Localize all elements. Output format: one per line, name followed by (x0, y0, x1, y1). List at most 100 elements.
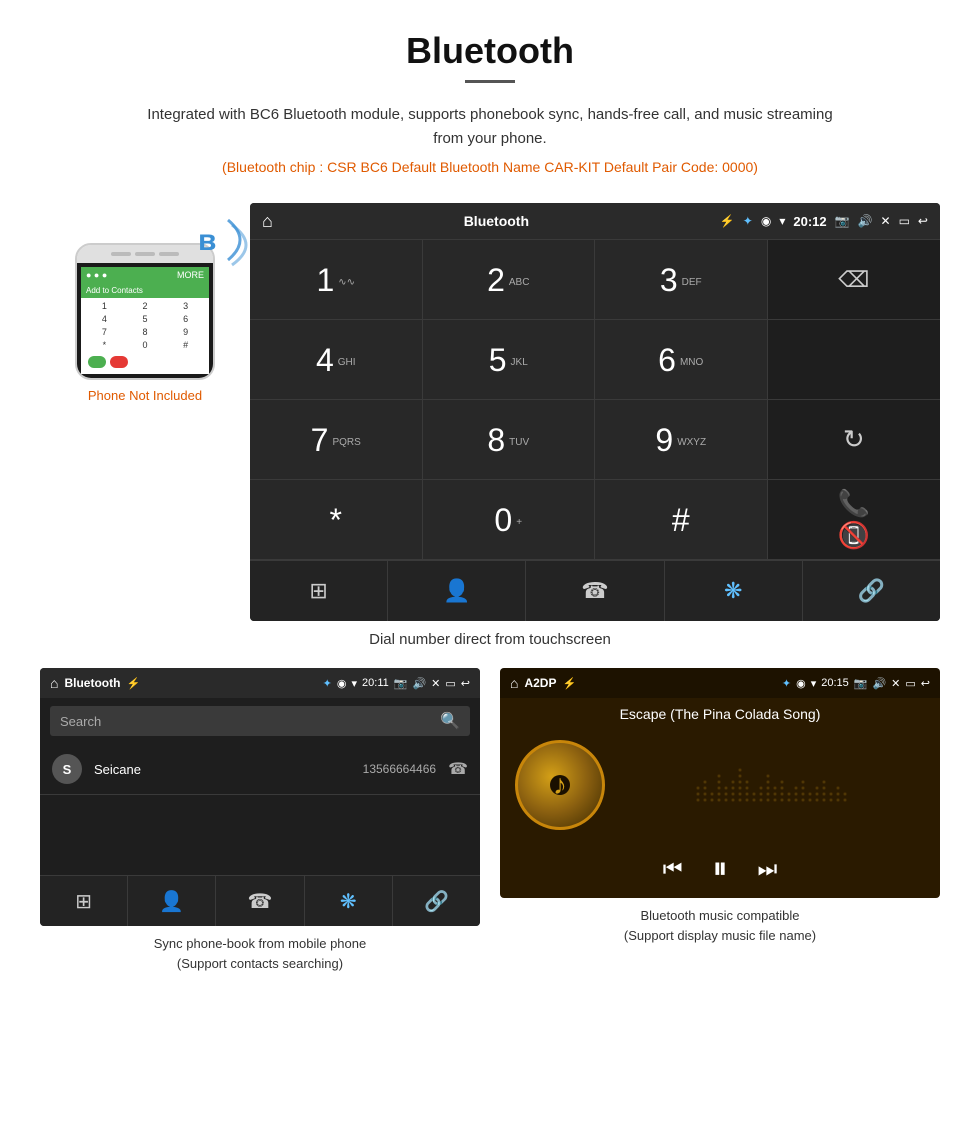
pb-bottom-nav: ⊞ 👤 ☎ ❋ 🔗 (40, 875, 480, 926)
dialpad-key-4[interactable]: 4GHI (250, 320, 423, 400)
title-divider (465, 80, 515, 83)
pb-contact-row[interactable]: S Seicane 13566664466 ☎ (40, 744, 480, 795)
pb-nav-bluetooth[interactable]: ❋ (305, 876, 393, 926)
music-album-area: ♪ (500, 730, 940, 840)
pb-status-bar: ⌂ Bluetooth ⚡ ✦ ◉ ▾ 20:11 📷 🔊 ✕ ▭ ↩ (40, 668, 480, 698)
music-album-art: ♪ (515, 740, 605, 830)
dialpad-key-9[interactable]: 9WXYZ (595, 400, 768, 480)
phone-screen: ● ● ● MORE Add to Contacts 123 456 789 (77, 263, 213, 378)
dialpad-key-1[interactable]: 1∿∿ (250, 240, 423, 320)
bluetooth-icon: ❋ (724, 578, 742, 604)
music-x-icon[interactable]: ✕ (891, 677, 900, 690)
pb-nav-phone[interactable]: ☎ (216, 876, 304, 926)
redial-icon[interactable]: ↻ (843, 424, 865, 455)
nav-bluetooth-button[interactable]: ❋ (665, 561, 803, 621)
pb-caption: Sync phone-book from mobile phone (Suppo… (40, 934, 480, 973)
phone-dialpad: 123 456 789 *0# (81, 298, 209, 374)
pb-search-placeholder: Search (60, 714, 101, 729)
page-specs: (Bluetooth chip : CSR BC6 Default Blueto… (0, 159, 980, 175)
bt-waves-area: ʙ (190, 208, 250, 273)
person-icon: 👤 (443, 578, 470, 604)
bt-waves-icon: ʙ (190, 208, 250, 268)
music-location-icon: ◉ (796, 677, 806, 690)
pb-contact-number: 13566664466 (363, 762, 436, 776)
camera-icon: 📷 (835, 214, 850, 228)
pb-camera-icon: 📷 (394, 677, 408, 690)
call-button[interactable]: 📞 (838, 488, 870, 519)
prev-button[interactable]: ⏮ (663, 856, 683, 882)
phone-contact-banner: Add to Contacts (81, 283, 209, 298)
pb-contact-name: Seicane (94, 762, 351, 777)
dialpad-cell-redial[interactable]: ↻ (768, 400, 941, 480)
end-call-button[interactable]: 📵 (838, 520, 870, 551)
dialpad-key-7[interactable]: 7PQRS (250, 400, 423, 480)
music-camera-icon: 📷 (854, 677, 868, 690)
pb-avatar: S (52, 754, 82, 784)
dialpad-grid: 1∿∿ 2ABC 3DEF ⌫ 4GHI 5JKL (250, 239, 940, 560)
music-caption: Bluetooth music compatible (Support disp… (500, 906, 940, 945)
dialpad-key-hash[interactable]: # (595, 480, 768, 560)
window-icon: ▭ (899, 214, 910, 228)
pb-vol-icon: 🔊 (412, 677, 426, 690)
music-song-name: Escape (The Pina Colada Song) (500, 698, 940, 730)
pb-location-icon: ◉ (337, 677, 347, 690)
dialpad-key-2[interactable]: 2ABC (423, 240, 596, 320)
waveform-svg (693, 750, 853, 820)
music-back-icon[interactable]: ↩ (921, 677, 930, 690)
volume-icon: 🔊 (858, 214, 873, 228)
phone-call-button (88, 356, 106, 368)
pb-time: 20:11 (362, 677, 389, 689)
dialpad-cell-backspace[interactable]: ⌫ (768, 240, 941, 320)
home-icon[interactable]: ⌂ (262, 211, 273, 232)
pb-home-icon[interactable]: ⌂ (50, 675, 58, 691)
pb-x-icon[interactable]: ✕ (431, 677, 440, 690)
phone-icon: ☎ (581, 578, 608, 604)
dial-screen-area: ⌂ Bluetooth ⚡ ✦ ◉ ▾ 20:12 📷 🔊 ✕ ▭ ↩ (250, 203, 940, 621)
music-item: ⌂ A2DP ⚡ ✦ ◉ ▾ 20:15 📷 🔊 ✕ ▭ ↩ Escape (T… (500, 668, 940, 973)
dialpad-key-5[interactable]: 5JKL (423, 320, 596, 400)
location-icon: ◉ (761, 214, 771, 228)
pb-nav-link[interactable]: 🔗 (393, 876, 480, 926)
dialpad-key-3[interactable]: 3DEF (595, 240, 768, 320)
play-pause-button[interactable]: ⏸ (713, 852, 728, 886)
dialpad-key-star[interactable]: * (250, 480, 423, 560)
dial-status-right: ⚡ ✦ ◉ ▾ 20:12 📷 🔊 ✕ ▭ ↩ (720, 214, 928, 229)
music-rect-icon: ▭ (905, 677, 915, 690)
svg-text:ʙ: ʙ (198, 224, 216, 257)
dialpad-key-0[interactable]: 0+ (423, 480, 596, 560)
music-bt-icon: ✦ (782, 677, 791, 690)
phone-endcall-button (110, 356, 128, 368)
pb-search-bar[interactable]: Search 🔍 (50, 706, 470, 736)
pb-nav-grid[interactable]: ⊞ (40, 876, 128, 926)
lower-section: ⌂ Bluetooth ⚡ ✦ ◉ ▾ 20:11 📷 🔊 ✕ ▭ ↩ (0, 668, 980, 973)
music-screen: ⌂ A2DP ⚡ ✦ ◉ ▾ 20:15 📷 🔊 ✕ ▭ ↩ Escape (T… (500, 668, 940, 898)
wifi-icon: ▾ (779, 214, 785, 228)
pb-nav-contacts[interactable]: 👤 (128, 876, 216, 926)
next-button[interactable]: ⏭ (758, 856, 778, 882)
main-section: ʙ ● ● ● MORE Add to Contacts 123 (0, 203, 980, 621)
dialpad-key-6[interactable]: 6MNO (595, 320, 768, 400)
phonebook-item: ⌂ Bluetooth ⚡ ✦ ◉ ▾ 20:11 📷 🔊 ✕ ▭ ↩ (40, 668, 480, 973)
pb-bt-icon: ✦ (323, 677, 332, 690)
pb-search-icon[interactable]: 🔍 (440, 711, 460, 731)
dialpad-cell-empty-2 (768, 320, 941, 400)
music-controls: ⏮ ⏸ ⏭ (500, 840, 940, 898)
music-status-bar: ⌂ A2DP ⚡ ✦ ◉ ▾ 20:15 📷 🔊 ✕ ▭ ↩ (500, 668, 940, 698)
pb-spacer (40, 795, 480, 875)
dialpad-key-8[interactable]: 8TUV (423, 400, 596, 480)
nav-contacts-button[interactable]: 👤 (388, 561, 526, 621)
close-x-icon[interactable]: ✕ (881, 214, 891, 228)
music-home-icon[interactable]: ⌂ (510, 675, 518, 691)
pb-call-row-icon[interactable]: ☎ (448, 759, 468, 779)
page-description: Integrated with BC6 Bluetooth module, su… (140, 103, 840, 151)
nav-dialpad-button[interactable]: ⊞ (250, 561, 388, 621)
music-time: 20:15 (821, 677, 849, 689)
pb-back-icon[interactable]: ↩ (461, 677, 470, 690)
backspace-icon[interactable]: ⌫ (838, 267, 869, 293)
back-icon[interactable]: ↩ (918, 214, 928, 228)
dial-status-title: Bluetooth (464, 213, 529, 229)
nav-phone-button[interactable]: ☎ (526, 561, 664, 621)
music-note-icon: ♪ (553, 769, 567, 801)
nav-link-button[interactable]: 🔗 (803, 561, 940, 621)
pb-rect-icon: ▭ (445, 677, 455, 690)
